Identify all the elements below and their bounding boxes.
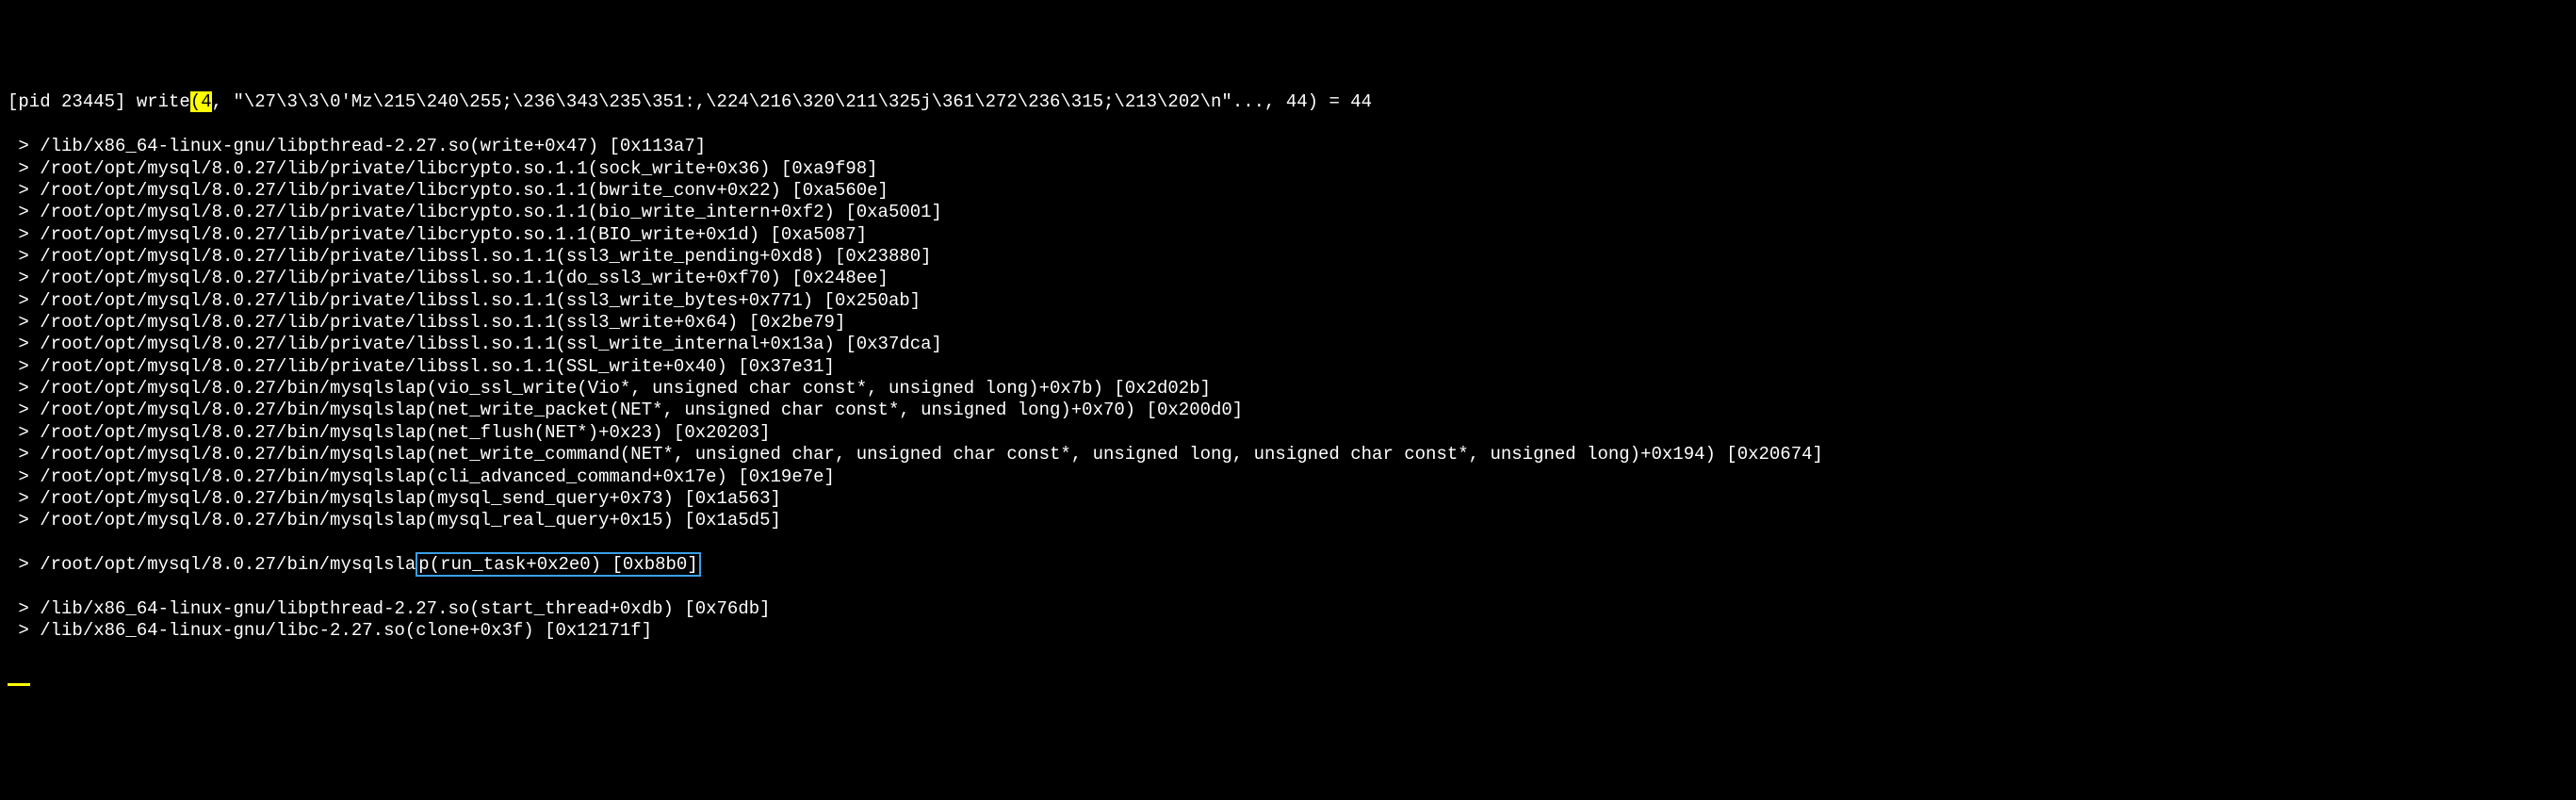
stack-line: > /root/opt/mysql/8.0.27/lib/private/lib… xyxy=(8,158,2568,180)
fd-highlight: (4 xyxy=(190,91,212,112)
stack-line: > /root/opt/mysql/8.0.27/lib/private/lib… xyxy=(8,290,2568,312)
stack-line: > /root/opt/mysql/8.0.27/bin/mysqlslap(m… xyxy=(8,488,2568,510)
stack-line: > /root/opt/mysql/8.0.27/lib/private/lib… xyxy=(8,180,2568,202)
stack-line: > /root/opt/mysql/8.0.27/bin/mysqlslap(n… xyxy=(8,444,2568,465)
stack-line: > /root/opt/mysql/8.0.27/lib/private/lib… xyxy=(8,202,2568,223)
stack-line: > /root/opt/mysql/8.0.27/lib/private/lib… xyxy=(8,268,2568,289)
write-args: , "\27\3\3\0'Mz\215\240\255;\236\343\235… xyxy=(212,91,1372,112)
stack-line: > /root/opt/mysql/8.0.27/bin/mysqlslap(n… xyxy=(8,400,2568,421)
stack-trace-tail: > /lib/x86_64-linux-gnu/libpthread-2.27.… xyxy=(8,598,2568,643)
pid-label: [pid 23445] write xyxy=(8,91,190,112)
stack-line: > /root/opt/mysql/8.0.27/lib/private/lib… xyxy=(8,246,2568,268)
stack-line: > /root/opt/mysql/8.0.27/bin/mysqlslap(m… xyxy=(8,510,2568,531)
stack-line: > /root/opt/mysql/8.0.27/bin/mysqlslap(v… xyxy=(8,378,2568,400)
stack-line: > /root/opt/mysql/8.0.27/lib/private/lib… xyxy=(8,334,2568,355)
cursor-underline xyxy=(8,683,30,686)
cursor-line xyxy=(8,664,2568,686)
stack-line: > /lib/x86_64-linux-gnu/libpthread-2.27.… xyxy=(8,598,2568,620)
stack-line: > /root/opt/mysql/8.0.27/lib/private/lib… xyxy=(8,356,2568,378)
trace-header: [pid 23445] write(4, "\27\3\3\0'Mz\215\2… xyxy=(8,91,2568,113)
stack-line: > /lib/x86_64-linux-gnu/libc-2.27.so(clo… xyxy=(8,620,2568,642)
stack-line: > /root/opt/mysql/8.0.27/lib/private/lib… xyxy=(8,312,2568,334)
stack-trace: > /lib/x86_64-linux-gnu/libpthread-2.27.… xyxy=(8,136,2568,531)
stack-line: > /lib/x86_64-linux-gnu/libpthread-2.27.… xyxy=(8,136,2568,157)
stack-prefix: > /root/opt/mysql/8.0.27/bin/mysqlsla xyxy=(8,554,416,575)
stack-line-highlighted: > /root/opt/mysql/8.0.27/bin/mysqlslap(r… xyxy=(8,554,2568,576)
run-task-highlight: p(run_task+0x2e0) [0xb8b0] xyxy=(416,552,700,577)
stack-line: > /root/opt/mysql/8.0.27/bin/mysqlslap(n… xyxy=(8,422,2568,444)
stack-line: > /root/opt/mysql/8.0.27/lib/private/lib… xyxy=(8,224,2568,246)
stack-line: > /root/opt/mysql/8.0.27/bin/mysqlslap(c… xyxy=(8,466,2568,488)
